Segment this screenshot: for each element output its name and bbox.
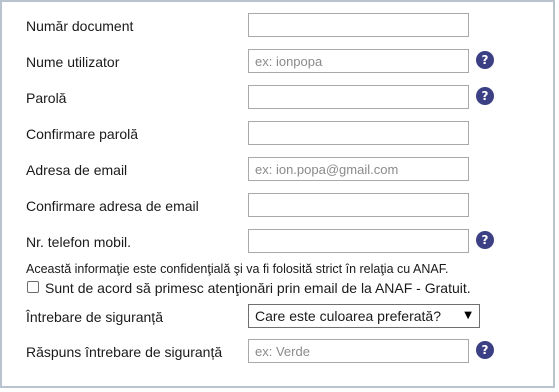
mobile-phone-help-icon[interactable]: ? [476,231,494,249]
email-consent-checkbox[interactable] [27,281,39,293]
chevron-down-icon: ▼ [464,310,472,321]
row-email: Adresa de email [2,157,553,183]
username-input[interactable] [248,49,469,73]
password-label: Parolă [26,90,67,106]
registration-form-panel: Număr document Nume utilizator ? Parolă … [0,0,555,388]
confirm-email-label: Confirmare adresa de email [26,198,199,214]
document-number-label: Număr document [26,18,134,34]
row-document-number: Număr document [2,13,553,39]
security-question-selected-value: Care este culoarea preferată? [255,308,441,324]
security-answer-help-icon[interactable]: ? [476,341,494,359]
email-input[interactable] [248,157,469,181]
security-question-label: Întrebare de siguranță [26,309,163,325]
row-confirm-email: Confirmare adresa de email [2,193,553,219]
password-input[interactable] [248,85,469,109]
row-password: Parolă ? [2,85,553,111]
confirm-password-input[interactable] [248,121,469,145]
row-security-answer: Răspuns întrebare de siguranță ? [2,339,553,365]
row-username: Nume utilizator ? [2,49,553,75]
document-number-input[interactable] [248,13,469,37]
security-answer-label: Răspuns întrebare de siguranță [26,344,223,360]
row-confirm-password: Confirmare parolă [2,121,553,147]
row-security-question: Întrebare de siguranță Care este culoare… [2,304,553,330]
email-label: Adresa de email [26,162,128,178]
mobile-phone-input[interactable] [248,229,469,253]
mobile-phone-label: Nr. telefon mobil. [26,234,132,250]
username-help-icon[interactable]: ? [476,51,494,69]
email-consent-label[interactable]: Sunt de acord să primesc atenţionări pri… [45,279,471,297]
security-answer-input[interactable] [248,339,469,363]
confirm-email-input[interactable] [248,193,469,217]
privacy-notice: Această informaţie este confidenţială şi… [26,262,449,276]
row-mobile-phone: Nr. telefon mobil. ? [2,229,553,255]
confirm-password-label: Confirmare parolă [26,126,139,142]
username-label: Nume utilizator [26,54,120,70]
security-question-select[interactable]: Care este culoarea preferată? ▼ [248,304,480,328]
password-help-icon[interactable]: ? [476,87,494,105]
